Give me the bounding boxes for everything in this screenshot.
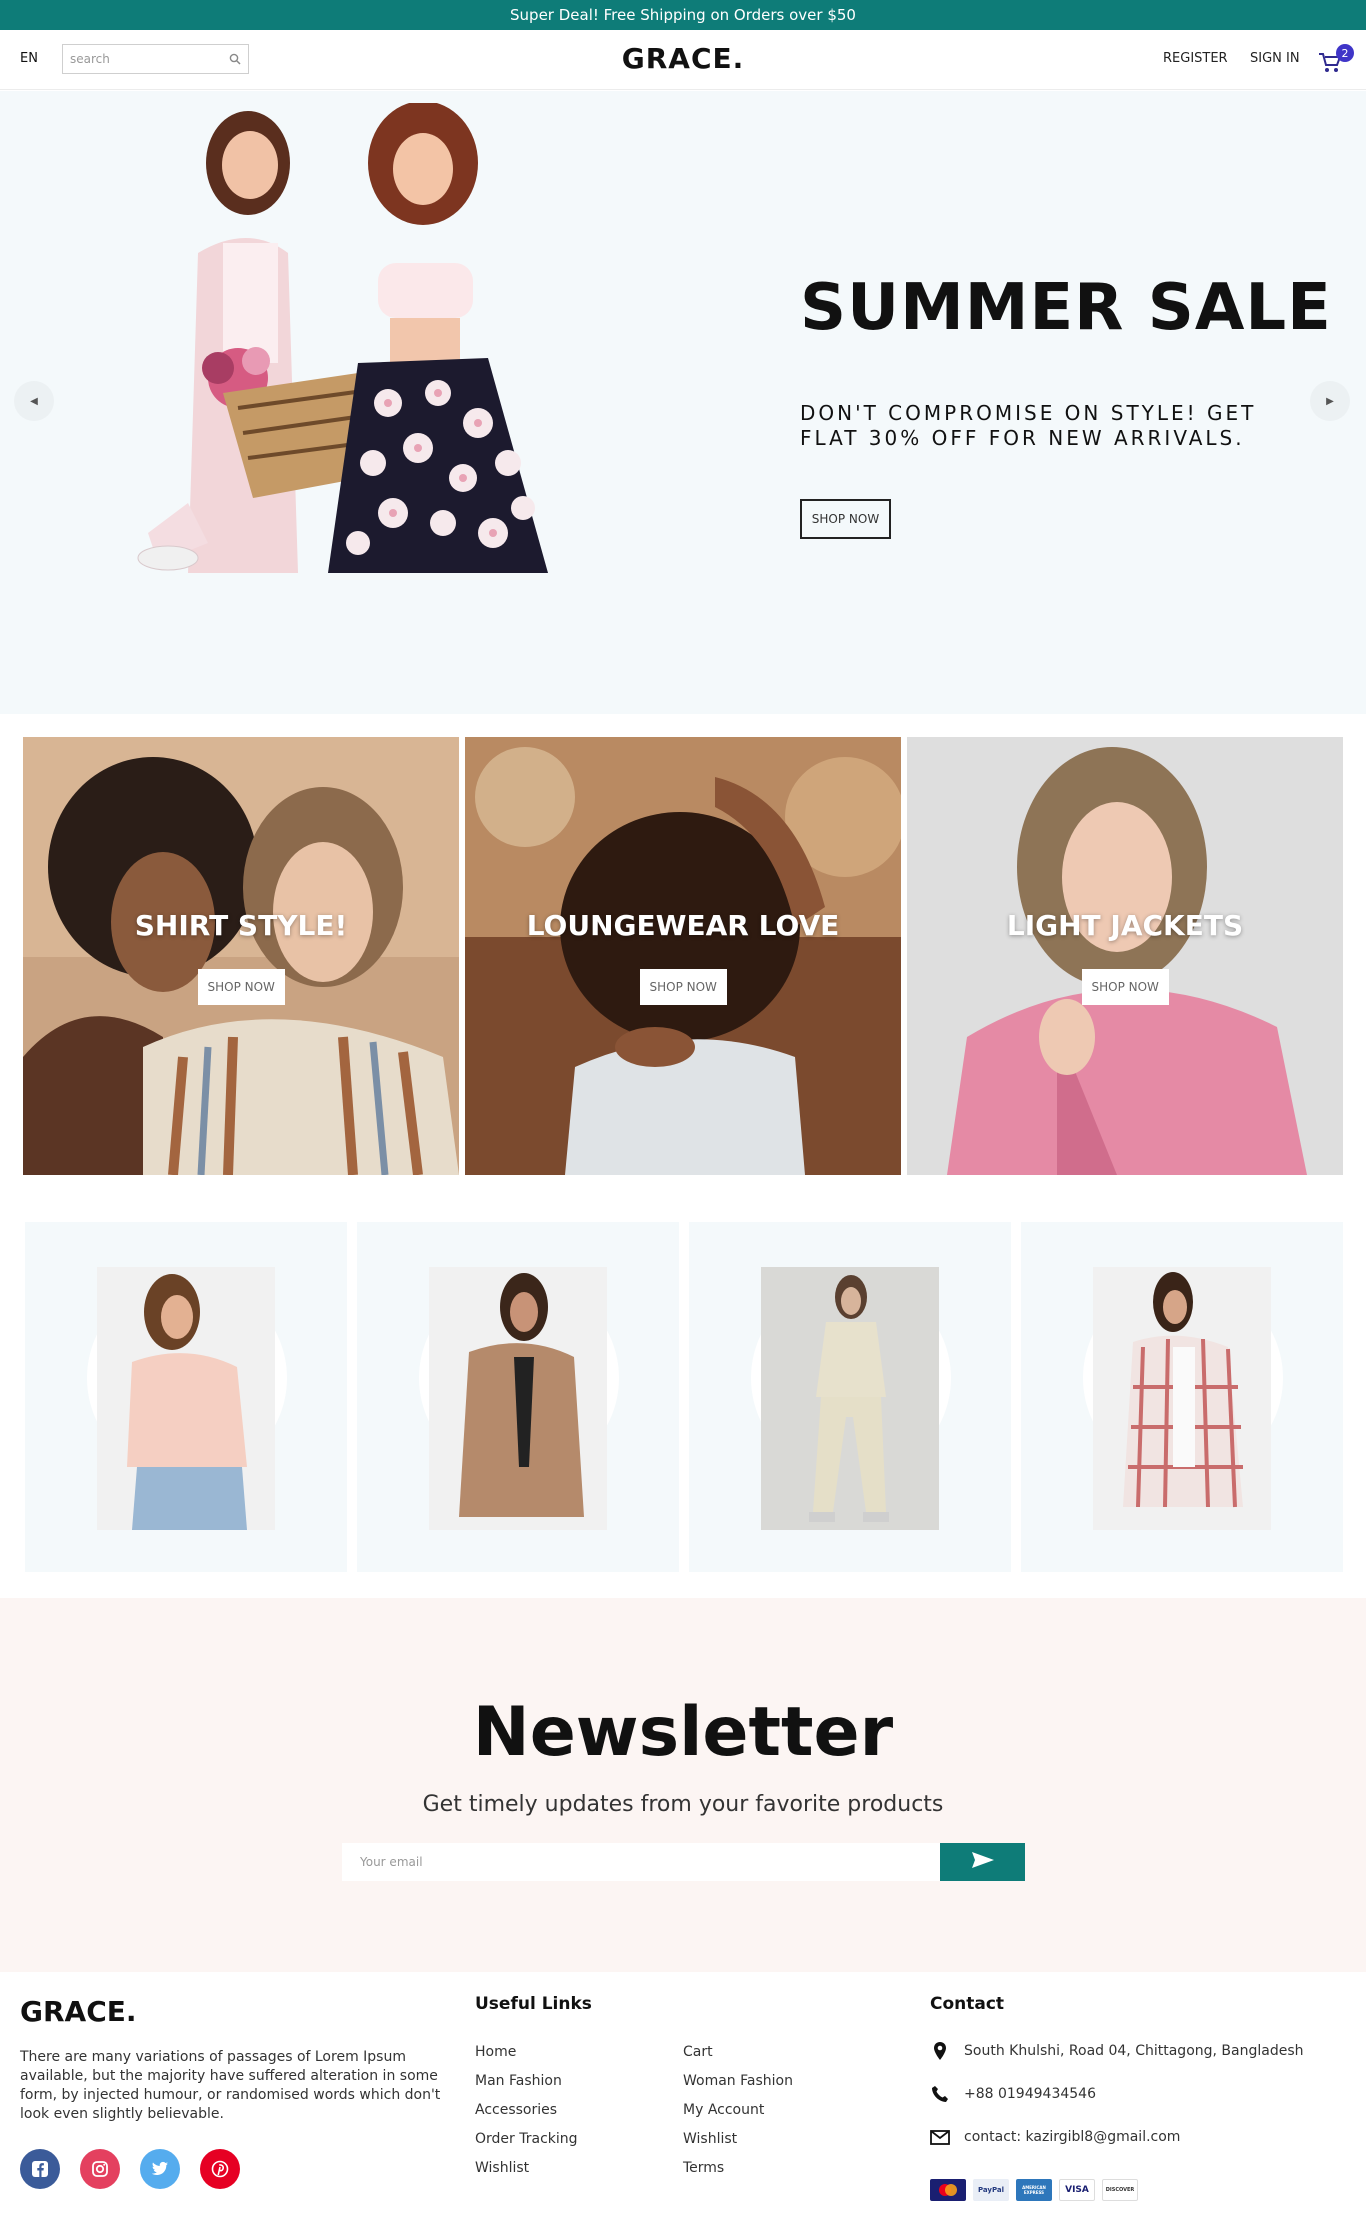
category-image-loungewear [465,737,901,1175]
navbar: EN GRACE. REGISTER SIGN IN 2 [0,30,1366,90]
contact-address: South Khulshi, Road 04, Chittagong, Bang… [930,2041,1304,2061]
footer: GRACE. There are many variations of pass… [0,1972,1366,2225]
contact-phone-text: +88 01949434546 [964,2086,1096,2102]
footer-link-man-fashion[interactable]: Man Fashion [475,2073,562,2089]
search-box [62,44,249,74]
footer-link-woman-fashion[interactable]: Woman Fashion [683,2073,793,2089]
footer-description: There are many variations of passages of… [20,2049,441,2122]
mastercard-icon [939,2184,957,2196]
payment-mastercard [930,2179,966,2201]
instagram-icon[interactable] [80,2149,120,2189]
category-card-loungewear[interactable]: LOUNGEWEAR LOVE SHOP NOW [465,737,901,1175]
magnifier-icon[interactable] [229,50,241,69]
discover-label: DISCOVER [1105,2187,1135,2193]
send-icon [971,1851,995,1873]
footer-link-wishlist[interactable]: Wishlist [475,2160,529,2176]
arrow-left-icon: ◀ [30,395,38,407]
useful-links-heading: Useful Links [475,1994,592,2014]
visa-label: VISA [1065,2185,1089,2195]
paypal-label: PayPal [977,2186,1005,2194]
category-title: SHIRT STYLE! [134,909,348,942]
mail-icon [930,2129,950,2145]
product-image [761,1267,939,1530]
facebook-icon[interactable] [20,2149,60,2189]
footer-link-terms[interactable]: Terms [683,2160,724,2176]
contact-email: contact: kazirgibl8@gmail.com [930,2129,1180,2145]
category-card-jackets[interactable]: LIGHT JACKETS SHOP NOW [907,737,1343,1175]
footer-link-cart[interactable]: Cart [683,2044,713,2060]
product-image [429,1267,607,1530]
product-card[interactable] [1021,1222,1343,1572]
newsletter-section: Newsletter Get timely updates from your … [0,1598,1366,1972]
hero-title: SUMMER SALE [800,271,1332,345]
pinterest-icon[interactable] [200,2149,240,2189]
search-input[interactable] [70,52,229,66]
hero-image [128,101,558,590]
announcement-bar: Super Deal! Free Shipping on Orders over… [0,0,1366,30]
category-shop-now-button[interactable]: SHOP NOW [197,969,285,1005]
footer-link-my-account[interactable]: My Account [683,2102,764,2118]
announcement-text: Super Deal! Free Shipping on Orders over… [510,6,856,24]
slider-next-button[interactable]: ▶ [1310,381,1350,421]
footer-link-wishlist-2[interactable]: Wishlist [683,2131,737,2147]
slider-prev-button[interactable]: ◀ [14,381,54,421]
category-image-jackets [907,737,1343,1175]
product-card[interactable] [25,1222,347,1572]
footer-link-accessories[interactable]: Accessories [475,2102,557,2118]
product-image [97,1267,275,1530]
footer-link-order-tracking[interactable]: Order Tracking [475,2131,578,2147]
category-title: LIGHT JACKETS [1006,909,1244,942]
category-shop-now-button[interactable]: SHOP NOW [1081,969,1169,1005]
payment-paypal: PayPal [973,2179,1009,2201]
category-card-shirt[interactable]: SHIRT STYLE! SHOP NOW [23,737,459,1175]
hero-description: DON'T COMPROMISE ON STYLE! GET FLAT 30% … [800,401,1257,450]
newsletter-email-input[interactable] [342,1843,940,1881]
product-card[interactable] [357,1222,679,1572]
product-image [1093,1267,1271,1530]
language-selector[interactable]: EN [20,51,38,66]
category-image-shirt [23,737,459,1175]
contact-email-text: contact: kazirgibl8@gmail.com [964,2129,1181,2145]
hero-shop-now-button[interactable]: SHOP NOW [800,499,891,539]
newsletter-subtitle: Get timely updates from your favorite pr… [422,1792,944,1817]
phone-icon [930,2085,950,2103]
newsletter-submit-button[interactable] [940,1843,1025,1881]
payment-amex: AMERICAN EXPRESS [1016,2179,1052,2201]
amex-label: AMERICAN EXPRESS [1022,2185,1046,2195]
payment-discover: DISCOVER [1102,2179,1138,2201]
location-pin-icon [930,2041,950,2061]
contact-heading: Contact [930,1994,1005,2014]
site-logo[interactable]: GRACE. [620,42,746,75]
arrow-right-icon: ▶ [1326,395,1334,407]
contact-phone: +88 01949434546 [930,2085,1096,2103]
twitter-icon[interactable] [140,2149,180,2189]
sign-in-link[interactable]: SIGN IN [1250,51,1300,66]
cart-count-badge: 2 [1336,44,1354,62]
category-shop-now-button[interactable]: SHOP NOW [639,969,727,1005]
category-title: LOUNGEWEAR LOVE [526,909,840,942]
payment-visa: VISA [1059,2179,1095,2201]
hero-slider: ◀ SUMMER SALE DON'T COMPROMISE ON STYLE!… [0,91,1366,714]
cart-button[interactable]: 2 [1318,44,1354,76]
contact-address-text: South Khulshi, Road 04, Chittagong, Bang… [964,2043,1304,2059]
newsletter-title: Newsletter [472,1693,894,1772]
footer-link-home[interactable]: Home [475,2044,516,2060]
footer-logo: GRACE. [20,1995,137,2028]
product-card[interactable] [689,1222,1011,1572]
register-link[interactable]: REGISTER [1163,51,1228,66]
